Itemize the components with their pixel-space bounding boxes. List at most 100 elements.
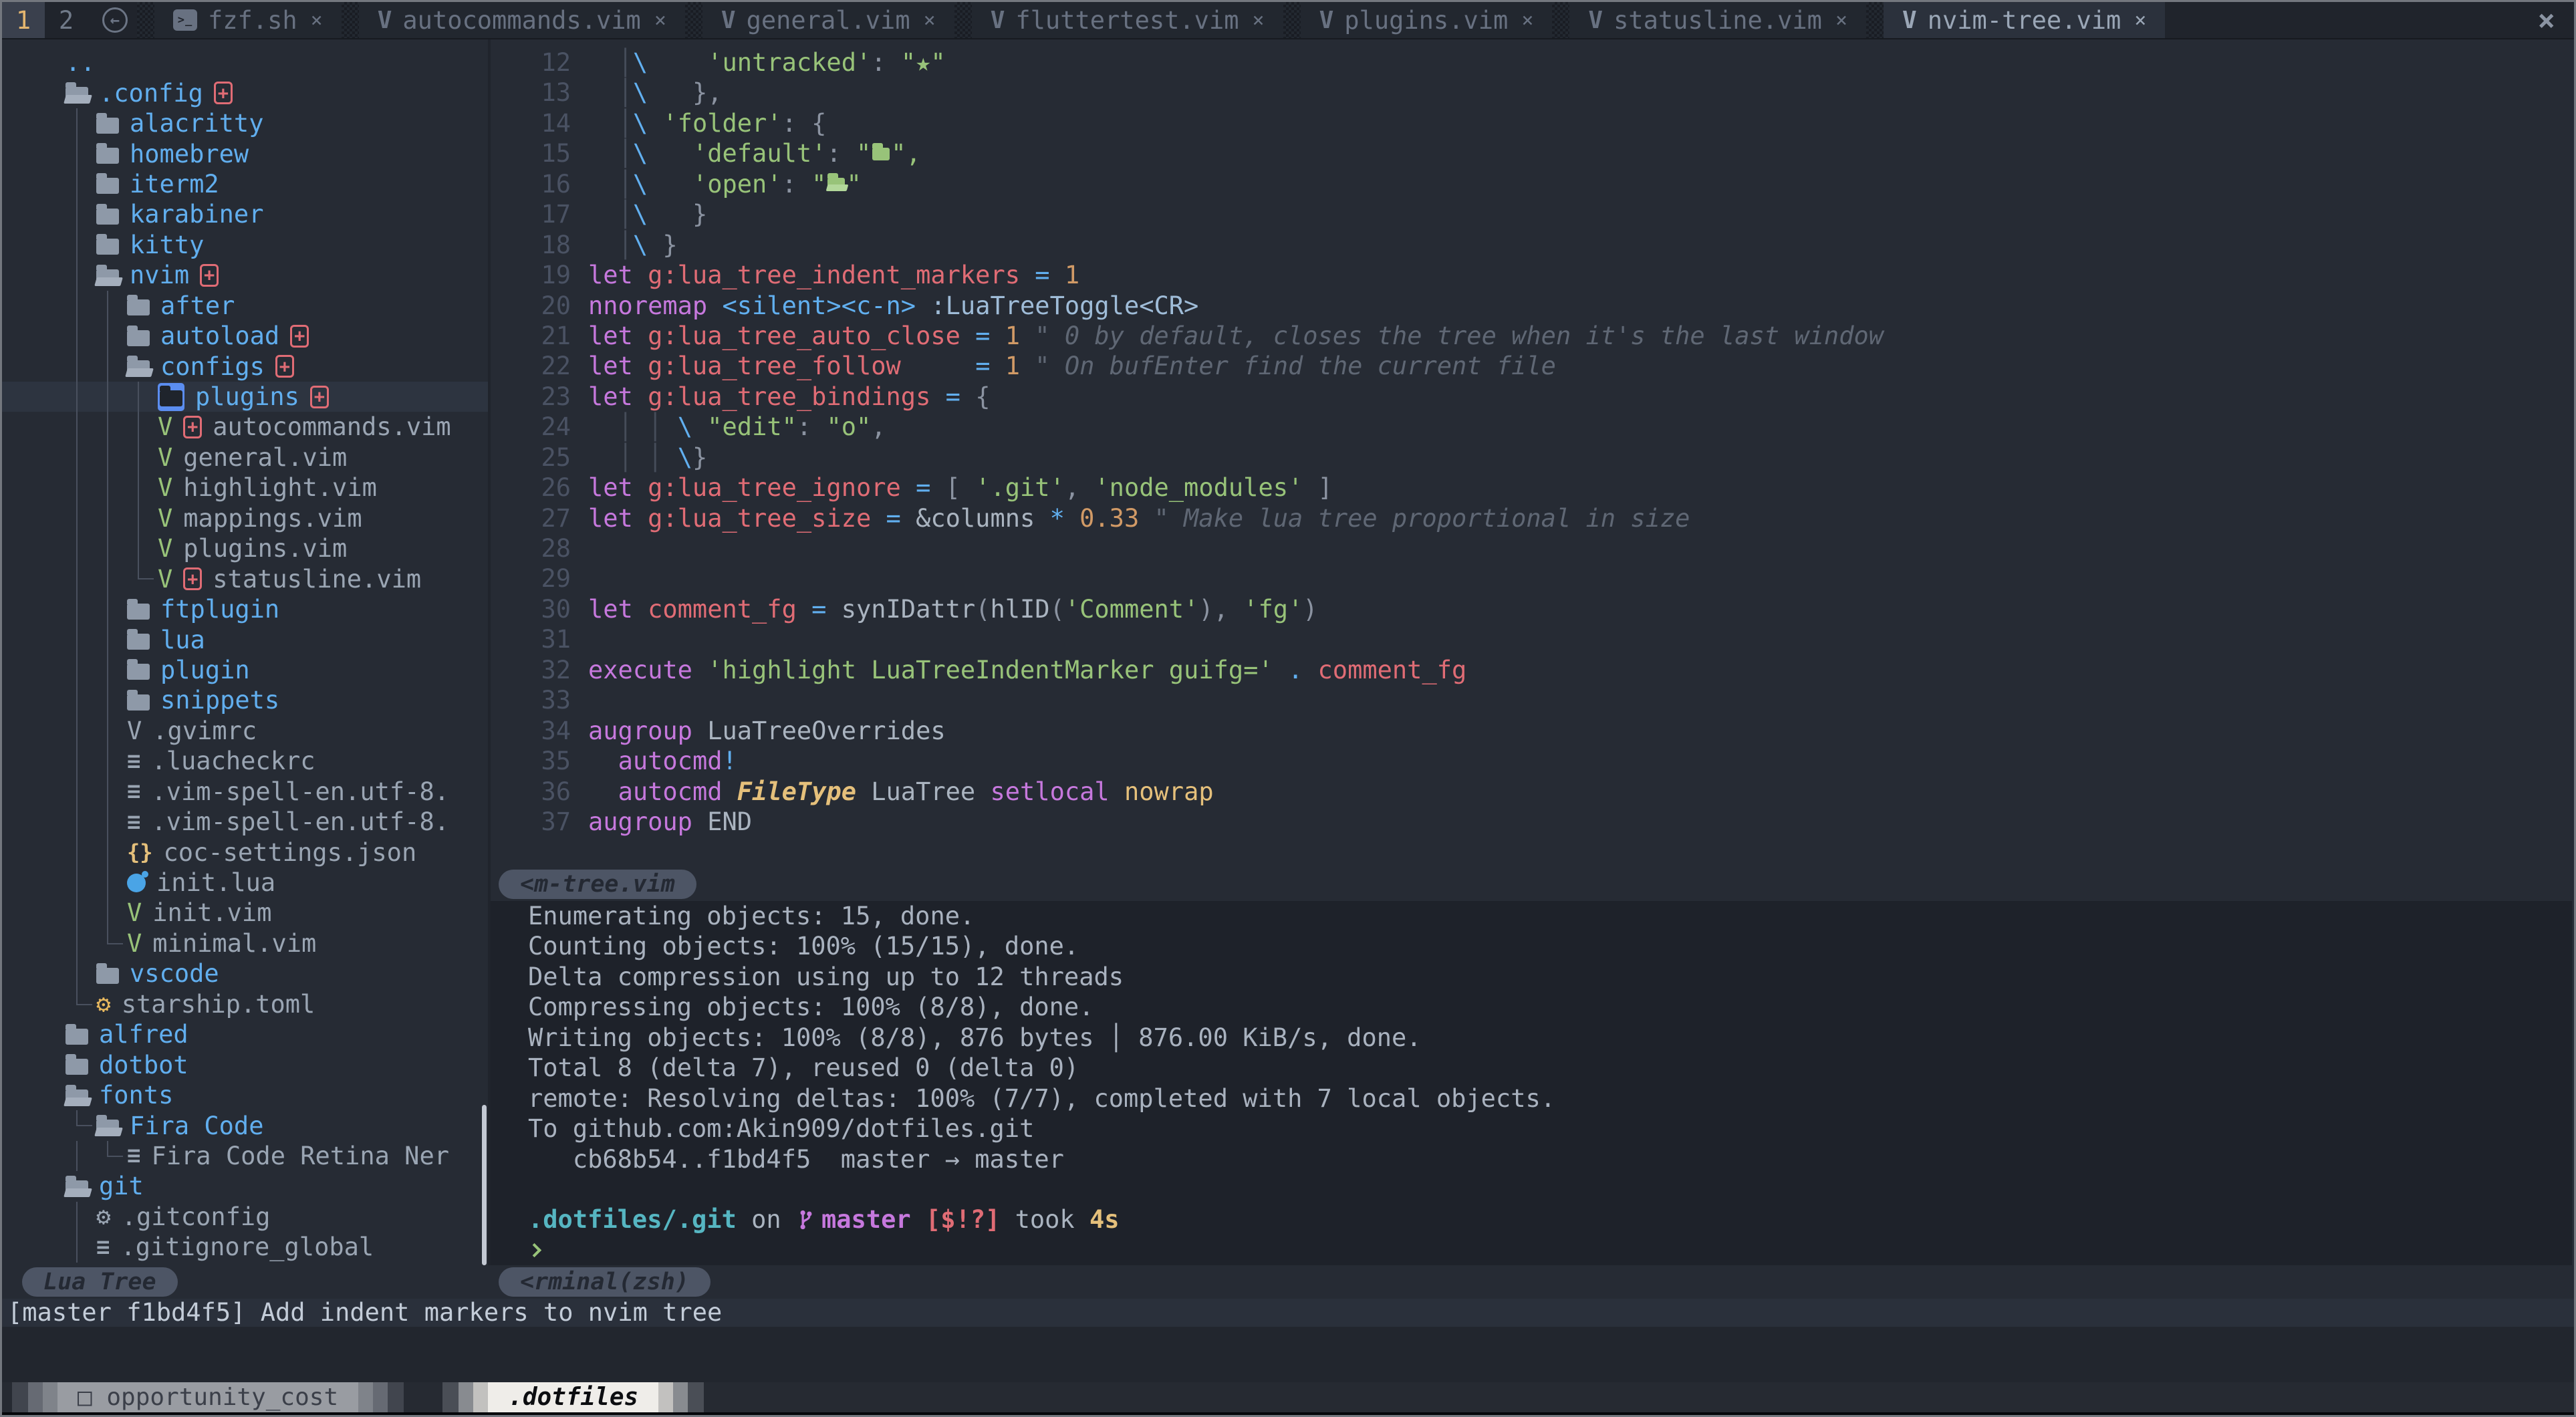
- code-token: \: [633, 230, 648, 260]
- tree-row-configs[interactable]: configs+: [2, 351, 488, 381]
- tree-row-autoload[interactable]: autoload+: [2, 321, 488, 351]
- tab-close-icon[interactable]: ×: [924, 9, 936, 32]
- tab-fzf.sh[interactable]: >_fzf.sh×: [154, 2, 342, 38]
- tree-row-mappings.vim[interactable]: Vmappings.vim: [2, 503, 488, 533]
- tree-row-plugins.vim[interactable]: Vplugins.vim: [2, 533, 488, 563]
- tree-row-karabiner[interactable]: karabiner: [2, 199, 488, 229]
- tree-row-plugins[interactable]: plugins+: [2, 382, 488, 412]
- indent-guide: [76, 624, 78, 654]
- code-token: [692, 412, 707, 442]
- folder-icon: [96, 968, 119, 984]
- tree-row-autocommands.vim[interactable]: V+autocommands.vim: [2, 412, 488, 442]
- tree-row-starship.toml[interactable]: ⚙starship.toml: [2, 989, 488, 1019]
- tree-row-statusline.vim[interactable]: V+statusline.vim: [2, 563, 488, 594]
- tree-row-.gitconfig[interactable]: ⚙.gitconfig: [2, 1202, 488, 1232]
- folder-open-icon: [127, 360, 150, 376]
- tab-strip: >_fzf.sh× Vautocommands.vim× Vgeneral.vim×…: [154, 2, 2165, 38]
- code-line: 35 autocmd!: [491, 746, 2572, 776]
- tab-nvim-tree.vim[interactable]: Vnvim-tree.vim×: [1884, 2, 2165, 38]
- tab-close-icon[interactable]: ×: [311, 9, 323, 32]
- code-token: │: [588, 108, 633, 138]
- tree-row-alacritty[interactable]: alacritty: [2, 108, 488, 138]
- tree-row-Fira Code Retina Ner[interactable]: ≡Fira Code Retina Ner: [2, 1141, 488, 1171]
- tab-close-icon[interactable]: ×: [1521, 9, 1533, 32]
- prompt-token: on: [737, 1204, 796, 1235]
- tree-row-plugin[interactable]: plugin: [2, 655, 488, 685]
- indent-guide: [138, 503, 139, 533]
- tree-item-label: Fira Code: [130, 1112, 263, 1140]
- tree-row-.luacheckrc[interactable]: ≡.luacheckrc: [2, 746, 488, 776]
- tree-row-init.vim[interactable]: Vinit.vim: [2, 898, 488, 928]
- code-line: 21let g:lua_tree_auto_close = 1 " 0 by d…: [491, 321, 2572, 351]
- indent-guide: [76, 321, 78, 351]
- tab-general.vim[interactable]: Vgeneral.vim×: [702, 2, 954, 38]
- tree-row-alfred[interactable]: alfred: [2, 1019, 488, 1049]
- tab-autocommands.vim[interactable]: Vautocommands.vim×: [359, 2, 685, 38]
- tree-row-homebrew[interactable]: homebrew: [2, 138, 488, 168]
- tree-row-.vim-spell-en.utf-8.[interactable]: ≡.vim-spell-en.utf-8.: [2, 777, 488, 807]
- code-token: g:lua_tree_bindings: [633, 382, 931, 412]
- terminal-panel[interactable]: Enumerating objects: 15, done.Counting o…: [491, 901, 2572, 1265]
- indent-guide: [138, 382, 139, 412]
- terminal-line: Enumerating objects: 15, done.: [491, 901, 2572, 931]
- code-token: \: [633, 108, 648, 138]
- tree-row-.gitignore_global[interactable]: ≡.gitignore_global: [2, 1232, 488, 1262]
- code-text: let g:lua_tree_ignore = [ '.git', 'node_…: [588, 473, 1333, 503]
- folder-icon: [127, 664, 150, 680]
- code-token: [648, 78, 692, 108]
- tree-row-general.vim[interactable]: Vgeneral.vim: [2, 442, 488, 473]
- tree-row-init.lua[interactable]: init.lua: [2, 868, 488, 898]
- close-icon[interactable]: ×: [2538, 3, 2556, 37]
- code-line: 14 │\ 'folder': {: [491, 108, 2572, 138]
- tree-row-snippets[interactable]: snippets: [2, 685, 488, 715]
- tree-row-.gvimrc[interactable]: V.gvimrc: [2, 716, 488, 746]
- tree-row-dotbot[interactable]: dotbot: [2, 1049, 488, 1079]
- folder-icon: [96, 178, 119, 194]
- code-token: &columns: [916, 503, 1049, 533]
- code-token: let: [588, 321, 633, 351]
- tab-fluttertest.vim[interactable]: Vfluttertest.vim×: [972, 2, 1283, 38]
- tab-separator: [685, 2, 702, 38]
- tree-row-highlight.vim[interactable]: Vhighlight.vim: [2, 473, 488, 503]
- tree-row-git[interactable]: git: [2, 1171, 488, 1201]
- tmux-window-label: □ opportunity_cost: [57, 1382, 358, 1412]
- code-text: │ │ \ "edit": "o",: [588, 412, 886, 442]
- tab-number-2[interactable]: 2: [45, 2, 88, 38]
- code-text: │\ 'folder': {: [588, 108, 826, 138]
- tmux-window-label: .dotfiles: [488, 1382, 658, 1412]
- tab-statusline.vim[interactable]: Vstatusline.vim×: [1569, 2, 1866, 38]
- tree-row-after[interactable]: after: [2, 291, 488, 321]
- indent-guide: [76, 928, 78, 958]
- tree-row-coc-settings.json[interactable]: {}coc-settings.json: [2, 837, 488, 867]
- tree-row-minimal.vim[interactable]: Vminimal.vim: [2, 928, 488, 958]
- tree-row-lua[interactable]: lua: [2, 624, 488, 654]
- tmux-window-1[interactable]: □ opportunity_cost: [12, 1382, 404, 1412]
- tree-row-.config[interactable]: .config+: [2, 78, 488, 108]
- tab-close-icon[interactable]: ×: [1835, 9, 1847, 32]
- segment-fade: [43, 1382, 57, 1412]
- tree-row-iterm2[interactable]: iterm2: [2, 169, 488, 199]
- code-token: .: [1273, 655, 1318, 685]
- tree-row-.vim-spell-en.utf-8.[interactable]: ≡.vim-spell-en.utf-8.: [2, 807, 488, 837]
- folder-icon: [66, 1059, 88, 1075]
- tree-row-kitty[interactable]: kitty: [2, 230, 488, 260]
- code-line: 16 │\ 'open': "": [491, 169, 2572, 199]
- tree-row-vscode[interactable]: vscode: [2, 958, 488, 989]
- tree-row-Fira Code[interactable]: Fira Code: [2, 1110, 488, 1140]
- tab-plugins.vim[interactable]: Vplugins.vim×: [1301, 2, 1553, 38]
- tab-close-icon[interactable]: ×: [1253, 9, 1265, 32]
- tree-scrollbar-thumb[interactable]: [482, 1105, 487, 1265]
- tree-row-nvim[interactable]: nvim+: [2, 260, 488, 290]
- tree-row-fonts[interactable]: fonts: [2, 1080, 488, 1110]
- code-editor[interactable]: 12 │\ 'untracked': "★"13 │\ },14 │\ 'fol…: [491, 39, 2572, 868]
- code-line: 25 │ │ \}: [491, 442, 2572, 473]
- tab-close-icon[interactable]: ×: [2134, 9, 2146, 32]
- file-tree-panel[interactable]: ...config+alacrittyhomebrewiterm2karabin…: [2, 39, 488, 1265]
- tab-number-1[interactable]: 1: [2, 2, 45, 38]
- tab-close-icon[interactable]: ×: [654, 9, 666, 32]
- tree-row-ftplugin[interactable]: ftplugin: [2, 594, 488, 624]
- command-line-area: [2, 1327, 2574, 1382]
- history-back-icon[interactable]: ←: [102, 7, 128, 33]
- tree-row-..[interactable]: ..: [2, 47, 488, 78]
- tmux-window-2[interactable]: .dotfiles: [442, 1382, 704, 1412]
